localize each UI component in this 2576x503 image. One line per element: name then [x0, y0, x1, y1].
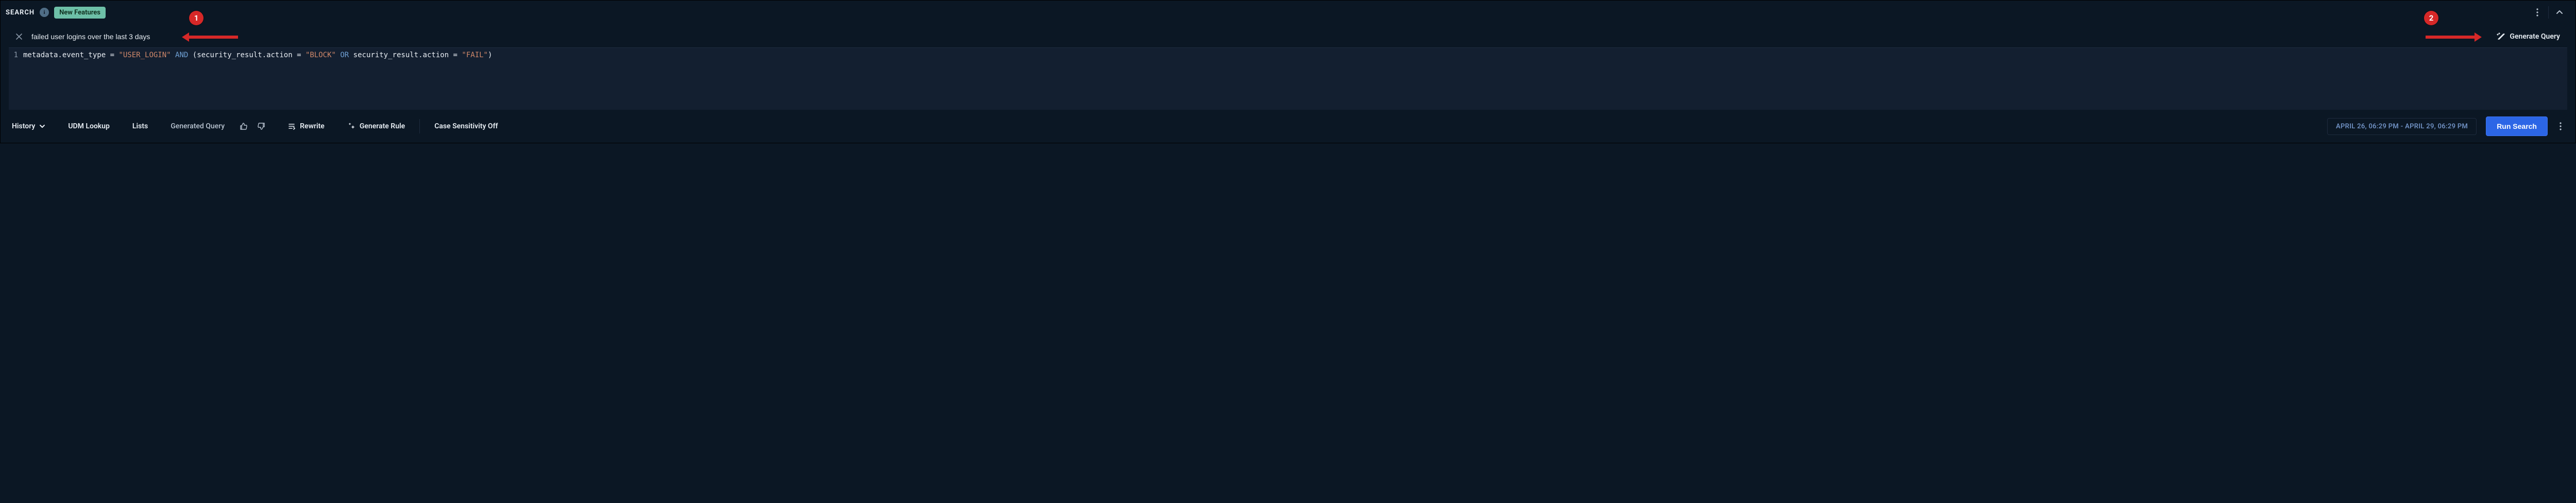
run-search-label: Run Search: [2497, 122, 2537, 130]
query-toolbar: History UDM Lookup Lists Generated Query: [7, 114, 2569, 139]
sparkle-pencil-icon: [2496, 32, 2505, 41]
generate-query-button[interactable]: Generate Query: [2491, 28, 2567, 45]
tok-paren: ): [488, 51, 492, 59]
new-features-pill[interactable]: New Features: [54, 7, 106, 19]
history-label: History: [12, 122, 35, 130]
case-sensitivity-toggle[interactable]: Case Sensitivity Off: [429, 119, 503, 133]
query-editor[interactable]: 1 metadata.event_type = "USER_LOGIN" AND…: [9, 48, 2567, 110]
tok-op: =: [293, 51, 306, 59]
line-number: 1: [9, 50, 23, 60]
generated-query-label: Generated Query: [165, 119, 230, 133]
search-panel: SEARCH i New Features: [4, 4, 2572, 139]
code-content[interactable]: metadata.event_type = "USER_LOGIN" AND (…: [23, 50, 492, 60]
tok-op: =: [449, 51, 462, 59]
generate-query-label: Generate Query: [2510, 32, 2560, 41]
time-range-picker[interactable]: APRIL 26, 06:29 PM - APRIL 29, 06:29 PM: [2327, 118, 2477, 135]
thumbs-up-icon[interactable]: [235, 118, 252, 135]
udm-lookup-label: UDM Lookup: [68, 122, 110, 130]
tok-path: security_result.action: [197, 51, 292, 59]
tok-keyword: AND: [171, 51, 193, 59]
header-right-group: [2529, 4, 2568, 21]
generate-rule-label: Generate Rule: [360, 122, 405, 130]
history-button[interactable]: History: [7, 119, 50, 133]
tok-string: "USER_LOGIN": [118, 51, 171, 59]
time-range-label: APRIL 26, 06:29 PM - APRIL 29, 06:29 PM: [2336, 123, 2468, 130]
tok-paren: (: [193, 51, 197, 59]
generate-rule-button[interactable]: Generate Rule: [342, 119, 410, 133]
editor-line: 1 metadata.event_type = "USER_LOGIN" AND…: [9, 50, 2567, 60]
header-left-group: SEARCH i New Features: [6, 7, 106, 19]
tok-op: =: [106, 51, 118, 59]
tok-path: metadata.event_type: [23, 51, 106, 59]
generated-query-text: Generated Query: [171, 122, 225, 130]
run-search-button[interactable]: Run Search: [2486, 116, 2548, 136]
info-icon[interactable]: i: [40, 8, 49, 17]
lists-label: Lists: [132, 122, 148, 130]
sparkle-icon: [347, 122, 355, 130]
tok-path: security_result.action: [353, 51, 449, 59]
chevron-down-icon: [39, 123, 45, 129]
rewrite-label: Rewrite: [300, 122, 325, 130]
tok-string: "FAIL": [462, 51, 488, 59]
natural-language-query-row: Generate Query: [9, 25, 2567, 48]
lists-button[interactable]: Lists: [127, 119, 153, 133]
case-sensitivity-label: Case Sensitivity Off: [434, 122, 498, 130]
run-more-options-icon[interactable]: [2552, 118, 2569, 135]
natural-language-input[interactable]: [29, 32, 2491, 41]
divider: [2548, 6, 2549, 19]
thumbs-down-icon[interactable]: [252, 118, 270, 135]
search-title: SEARCH: [6, 9, 35, 16]
divider: [419, 119, 420, 133]
search-header: SEARCH i New Features: [4, 4, 2572, 22]
more-options-icon[interactable]: [2529, 4, 2546, 21]
clear-query-icon[interactable]: [9, 33, 29, 40]
rewrite-button[interactable]: Rewrite: [282, 119, 330, 133]
tok-keyword: OR: [336, 51, 353, 59]
udm-lookup-button[interactable]: UDM Lookup: [63, 119, 115, 133]
rewrite-icon: [287, 122, 296, 130]
collapse-panel-icon[interactable]: [2551, 4, 2568, 21]
tok-string: "BLOCK": [306, 51, 336, 59]
